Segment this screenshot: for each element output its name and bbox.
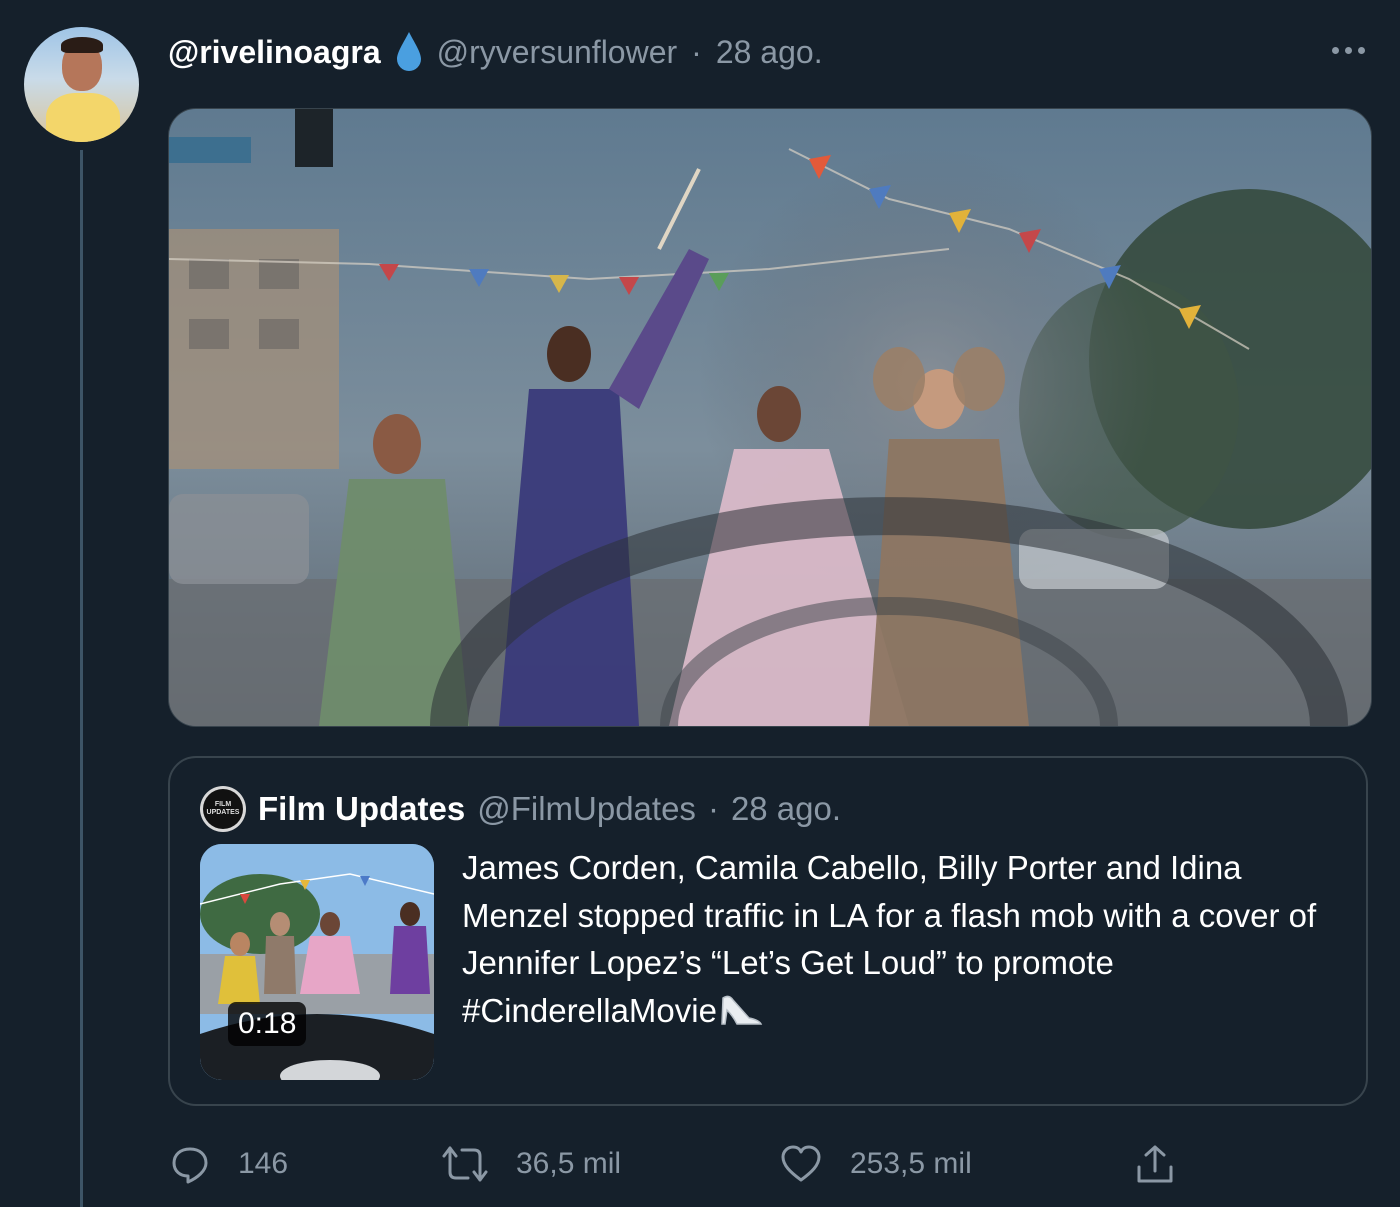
quoted-video-thumbnail[interactable]: 0:18	[200, 844, 434, 1080]
meta-separator: ·	[691, 33, 702, 70]
quoted-tweet[interactable]: FILM UPDATES Film Updates @FilmUpdates ·…	[168, 756, 1368, 1106]
quoted-date[interactable]: 28 ago.	[731, 790, 841, 828]
reply-to-handle[interactable]: @ryversunflower	[437, 34, 678, 71]
tweet-actions: 146 36,5 mil 253,5 mil	[168, 1140, 1268, 1188]
quoted-separator: ·	[707, 790, 719, 827]
avatar-shirt	[46, 93, 120, 142]
quoted-tweet-text: James Corden, Camila Cabello, Billy Port…	[462, 844, 1342, 1040]
like-count: 253,5 mil	[850, 1147, 972, 1180]
quoted-avatar-logo: FILM UPDATES	[203, 789, 243, 829]
share-icon	[1134, 1143, 1176, 1185]
quoted-avatar[interactable]: FILM UPDATES	[200, 786, 246, 832]
quoted-tweet-text-content: James Corden, Camila Cabello, Billy Port…	[462, 849, 1317, 1029]
quoted-name[interactable]: Film Updates	[258, 790, 465, 828]
author-avatar[interactable]	[24, 27, 139, 142]
avatar-hair	[61, 37, 103, 53]
high-heel-shoe-icon	[719, 992, 763, 1041]
reply-icon	[170, 1144, 210, 1184]
quoted-tweet-header: FILM UPDATES Film Updates @FilmUpdates ·…	[200, 786, 841, 832]
media-still	[169, 109, 1371, 726]
quoted-handle[interactable]: @FilmUpdates	[477, 790, 696, 828]
like-button[interactable]: 253,5 mil	[780, 1140, 972, 1188]
tweet-media[interactable]	[168, 108, 1372, 727]
tweet-date[interactable]: 28 ago.	[716, 34, 823, 71]
video-duration-badge: 0:18	[228, 1002, 307, 1046]
water-drop-icon	[395, 30, 423, 74]
more-horizontal-icon[interactable]	[1328, 34, 1368, 66]
author-handle[interactable]: @rivelinoagra	[168, 34, 381, 71]
thread-line	[80, 150, 83, 1207]
retweet-button[interactable]: 36,5 mil	[442, 1140, 621, 1188]
tweet-header: @rivelinoagra @ryversunflower · 28 ago.	[168, 28, 823, 76]
heart-icon	[780, 1144, 822, 1184]
retweet-count: 36,5 mil	[516, 1147, 622, 1180]
tweet: @rivelinoagra @ryversunflower · 28 ago.	[0, 0, 1400, 1207]
retweet-icon	[442, 1144, 488, 1184]
reply-button[interactable]: 146	[170, 1140, 288, 1188]
share-button[interactable]	[1134, 1140, 1176, 1188]
reply-count: 146	[238, 1147, 289, 1180]
